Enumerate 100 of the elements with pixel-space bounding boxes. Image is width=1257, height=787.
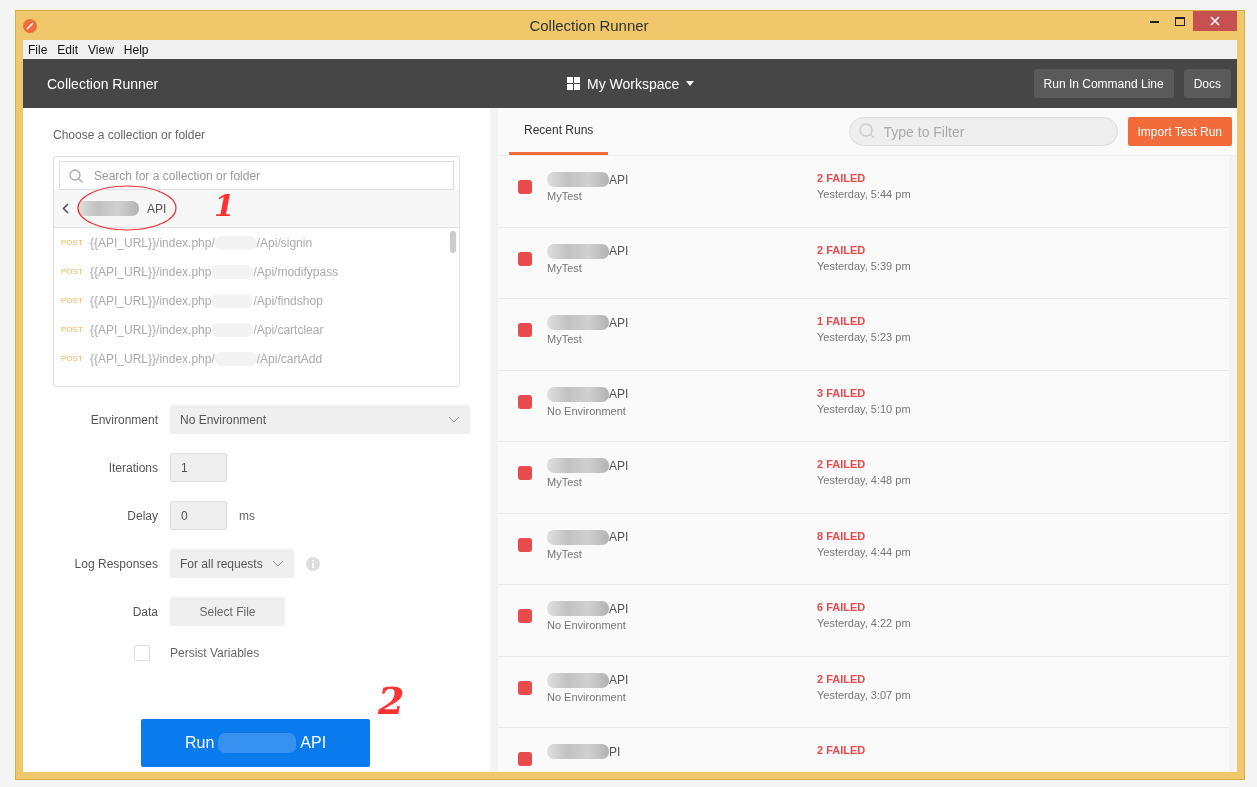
run-environment: No Environment — [547, 404, 627, 417]
chevron-icon — [448, 415, 460, 424]
run-status: 6 FAILED — [817, 601, 867, 613]
number-input[interactable]: 0 — [170, 501, 227, 530]
run-row[interactable]: API No Environment 3 FAILED Yesterday, 5:10 pm — [498, 370, 1229, 442]
redaction-mask — [77, 201, 139, 216]
run-name: API — [609, 458, 629, 473]
select-file-button[interactable]: Select File — [170, 597, 285, 626]
method-label: POST — [61, 296, 84, 305]
run-name: API — [609, 172, 629, 187]
environment-select[interactable]: No Environment — [170, 405, 470, 434]
maximize-icon — [1175, 16, 1185, 26]
method-label: POST — [61, 238, 84, 247]
run-environment: MyTest — [547, 547, 583, 560]
field-label: Log Responses — [73, 556, 158, 571]
minimize-icon — [1149, 19, 1159, 23]
run-name: PI — [609, 744, 621, 759]
field-label: Delay — [126, 508, 158, 523]
run-status: 2 FAILED — [817, 744, 866, 756]
run-time: Yesterday, 3:07 pm — [817, 688, 911, 701]
run-row[interactable]: API No Environment 2 FAILED Yesterday, 3:07 pm — [498, 656, 1229, 728]
run-name: API — [609, 530, 629, 544]
method-label: POST — [61, 267, 84, 276]
header-button[interactable]: Run In Command Line — [1033, 69, 1174, 98]
info-icon[interactable] — [306, 556, 320, 571]
number-input[interactable]: 1 — [170, 453, 227, 482]
run-status: 8 FAILED — [817, 529, 867, 542]
run-name: API — [609, 601, 629, 616]
run-row[interactable]: API MyTest 2 FAILED Yesterday, 5:39 pm — [498, 227, 1229, 299]
run-status: 1 FAILED — [817, 315, 867, 327]
redaction-mask — [547, 243, 609, 259]
menu-item[interactable]: File — [28, 42, 48, 57]
annotation-mark: 1 — [214, 188, 235, 223]
run-environment: No Environment — [547, 619, 627, 631]
run-time: Yesterday, 5:44 pm — [817, 188, 911, 200]
run-row[interactable]: API MyTest 2 FAILED Yesterday, 4:48 pm — [498, 442, 1229, 514]
chevron-icon — [272, 559, 284, 568]
redaction-mask — [547, 672, 609, 688]
menu-item[interactable]: Help — [123, 42, 149, 57]
header-button[interactable]: Docs — [1183, 69, 1231, 98]
workspace-selector[interactable]: My Workspace — [587, 75, 680, 92]
run-status: 2 FAILED — [817, 172, 867, 184]
run-environment: MyTest — [547, 190, 583, 202]
run-status: 2 FAILED — [817, 458, 867, 470]
app-logo-icon — [23, 18, 37, 33]
annotation-mark: 2 — [378, 678, 405, 723]
search-icon — [858, 123, 875, 139]
redaction-mask — [547, 315, 609, 330]
request-url: {{API_URL}}/index.php /Api/findshop — [90, 293, 323, 308]
unit-label: ms — [239, 508, 255, 523]
run-name: API — [609, 387, 629, 401]
run-button[interactable]: Run API — [141, 719, 370, 767]
grid-icon — [567, 77, 580, 90]
run-status: 2 FAILED — [817, 243, 867, 256]
collection-name[interactable]: API — [147, 201, 167, 216]
run-time: Yesterday, 5:10 pm — [817, 402, 911, 415]
menu-item[interactable]: Edit — [57, 42, 79, 57]
run-row[interactable]: PI 2 FAILED — [498, 728, 1229, 772]
run-status: 2 FAILED — [817, 672, 867, 685]
redaction-mask — [547, 386, 609, 402]
method-label: POST — [61, 325, 84, 334]
redaction-mask — [547, 458, 609, 473]
filter-field[interactable]: Type to Filter — [848, 117, 1118, 146]
log-responses-select[interactable]: For all requests — [170, 549, 294, 578]
run-environment: MyTest — [547, 261, 583, 274]
scrollbar-thumb[interactable] — [450, 231, 456, 253]
collection-search-field[interactable]: Search for a collection or folder — [59, 161, 454, 190]
run-name: API — [609, 315, 629, 330]
run-row[interactable]: API MyTest 8 FAILED Yesterday, 4:44 pm — [498, 513, 1229, 585]
request-url: {{API_URL}}/index.php/ /Api/signin — [90, 235, 313, 250]
redaction-mask — [547, 172, 609, 187]
section-label: Choose a collection or folder — [53, 128, 207, 142]
run-name: API — [609, 244, 629, 258]
run-time: Yesterday, 5:39 pm — [817, 259, 911, 272]
field-label: Iterations — [107, 460, 158, 475]
checkbox-label: Persist Variables — [170, 646, 261, 660]
checkbox[interactable] — [134, 645, 150, 661]
request-url: {{API_URL}}/index.php/ /Api/cartAdd — [90, 351, 323, 366]
search-icon — [69, 169, 83, 183]
run-row[interactable]: API No Environment 6 FAILED Yesterday, 4:22 pm — [498, 585, 1229, 657]
request-url: {{API_URL}}/index.php /Api/cartclear — [90, 322, 324, 337]
back-icon[interactable] — [62, 203, 69, 214]
run-time: Yesterday, 4:44 pm — [817, 545, 911, 558]
run-name: API — [609, 673, 629, 687]
run-time: Yesterday, 4:22 pm — [817, 617, 911, 629]
run-row[interactable]: API MyTest 2 FAILED Yesterday, 5:44 pm — [498, 156, 1229, 228]
run-environment: No Environment — [547, 690, 627, 703]
redaction-mask — [547, 601, 609, 616]
request-url: {{API_URL}}/index.php /Api/modifypass — [90, 264, 339, 279]
window-title: Collection Runner — [528, 17, 650, 34]
close-icon — [1210, 16, 1220, 26]
run-time: Yesterday, 4:48 pm — [817, 474, 911, 486]
run-status: 3 FAILED — [817, 386, 867, 399]
run-row[interactable]: API MyTest 1 FAILED Yesterday, 5:23 pm — [498, 299, 1229, 371]
caret-icon — [686, 81, 695, 86]
redaction-mask — [547, 744, 609, 759]
menu-item[interactable]: View — [88, 42, 114, 57]
tab[interactable]: Recent Runs — [509, 108, 609, 155]
run-time: Yesterday, 5:23 pm — [817, 331, 911, 343]
field-label: Data — [131, 604, 158, 619]
